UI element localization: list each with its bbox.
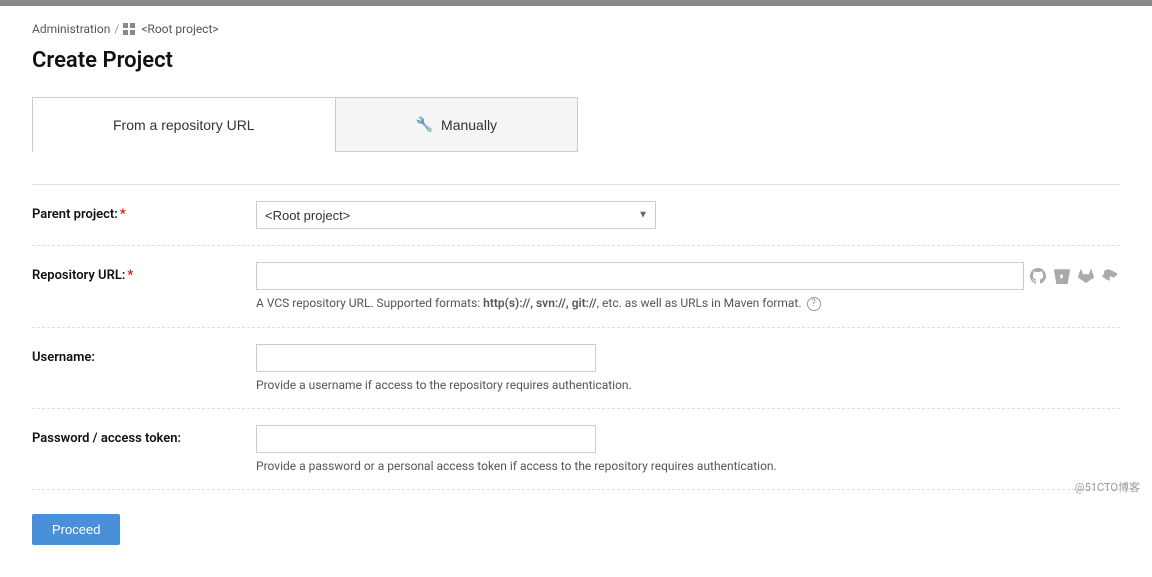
breadcrumb-admin[interactable]: Administration xyxy=(32,22,110,36)
parent-project-select-wrapper: <Root project> ▼ xyxy=(256,201,656,229)
parent-project-label: Parent project:* xyxy=(32,201,232,222)
azure-devops-icon xyxy=(1100,266,1120,286)
actions: Proceed xyxy=(32,490,1120,545)
repository-url-required: * xyxy=(127,268,133,283)
form-row-parent-project: Parent project:* <Root project> ▼ xyxy=(32,185,1120,246)
vcs-icons xyxy=(1028,266,1120,286)
tab-manually-label: Manually xyxy=(441,117,497,133)
watermark: @51CTO博客 xyxy=(1075,479,1140,495)
parent-project-select[interactable]: <Root project> xyxy=(256,201,656,229)
grid-icon xyxy=(123,23,135,35)
password-hint: Provide a password or a personal access … xyxy=(256,459,1120,473)
form-row-password: Password / access token: Provide a passw… xyxy=(32,409,1120,490)
bitbucket-icon xyxy=(1052,266,1072,286)
form-row-repository-url: Repository URL:* xyxy=(32,246,1120,328)
breadcrumb-root-project[interactable]: <Root project> xyxy=(141,22,218,36)
form-section: Parent project:* <Root project> ▼ Reposi… xyxy=(32,184,1120,490)
wrench-icon: 🔧 xyxy=(416,116,433,133)
repo-url-hint: A VCS repository URL. Supported formats:… xyxy=(256,296,1120,311)
password-control: Provide a password or a personal access … xyxy=(256,425,1120,473)
tab-manually[interactable]: 🔧 Manually xyxy=(335,97,578,152)
breadcrumb-sep: / xyxy=(114,22,119,36)
repo-url-wrapper xyxy=(256,262,1120,290)
tab-from-url-label: From a repository URL xyxy=(113,117,255,133)
breadcrumb: Administration / <Root project> xyxy=(32,22,1120,36)
username-control: Provide a username if access to the repo… xyxy=(256,344,1120,392)
proceed-button[interactable]: Proceed xyxy=(32,514,120,545)
repository-url-control: A VCS repository URL. Supported formats:… xyxy=(256,262,1120,311)
username-input[interactable] xyxy=(256,344,596,372)
help-icon[interactable]: ? xyxy=(807,297,821,311)
parent-project-required: * xyxy=(120,207,126,222)
repository-url-input[interactable] xyxy=(256,262,1024,290)
parent-project-control: <Root project> ▼ xyxy=(256,201,1120,229)
username-hint: Provide a username if access to the repo… xyxy=(256,378,1120,392)
page-title: Create Project xyxy=(32,48,1120,73)
tab-row: From a repository URL 🔧 Manually xyxy=(32,97,1120,152)
username-label: Username: xyxy=(32,344,232,365)
gitlab-icon xyxy=(1076,266,1096,286)
form-row-username: Username: Provide a username if access t… xyxy=(32,328,1120,409)
repository-url-label: Repository URL:* xyxy=(32,262,232,283)
tab-from-url[interactable]: From a repository URL xyxy=(32,97,335,152)
page-container: Administration / <Root project> Create P… xyxy=(0,6,1152,577)
password-input[interactable] xyxy=(256,425,596,453)
password-label: Password / access token: xyxy=(32,425,232,446)
github-icon xyxy=(1028,266,1048,286)
